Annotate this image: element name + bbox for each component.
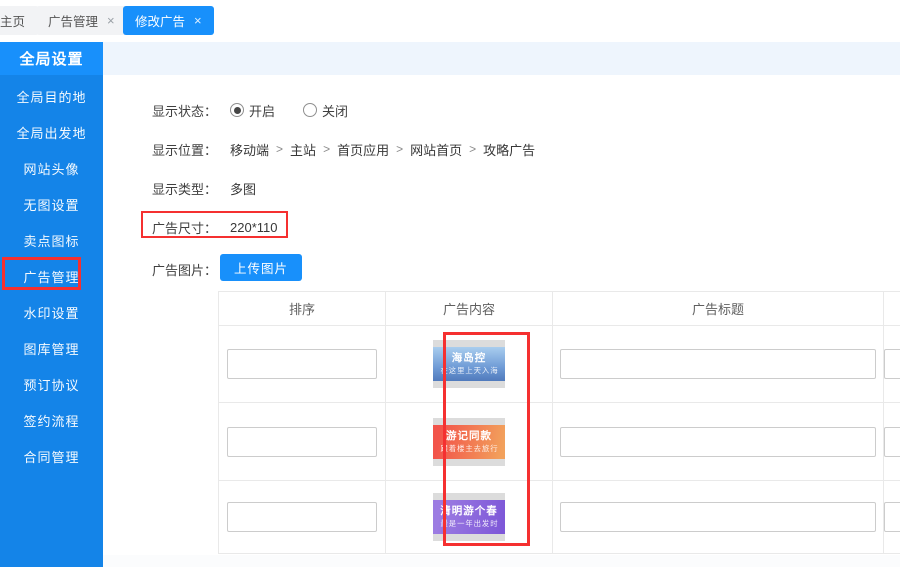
ad-size-label: 广告尺寸： <box>152 218 217 237</box>
ad-thumbnail[interactable]: 清明游个春 最是一年出发时 <box>433 493 505 541</box>
ads-table: 排序 广告内容 广告标题 海岛控 在这里上天入海 游记同款 跟着楼主去旅行 <box>218 291 900 554</box>
display-position-row: 显示位置： 移动端 > 主站 > 首页应用 > 网站首页 > 攻略广告 <box>152 140 535 158</box>
sidebar-item-booking-agreement[interactable]: 预订协议 <box>0 366 103 402</box>
ad-thumbnail-title: 清明游个春 <box>440 505 498 518</box>
sidebar-item-selling-point-icons[interactable]: 卖点图标 <box>0 222 103 258</box>
upload-image-button[interactable]: 上传图片 <box>220 254 302 281</box>
display-type-label: 显示类型： <box>152 179 217 198</box>
display-position-label: 显示位置： <box>152 140 217 159</box>
tab-ad-management[interactable]: 广告管理 × <box>36 6 127 35</box>
table-cell-extra <box>884 326 900 403</box>
close-icon[interactable]: × <box>107 14 115 27</box>
breadcrumb-separator: > <box>396 142 403 156</box>
extra-input[interactable] <box>884 502 900 532</box>
ad-size-row: 广告尺寸： 220*110 <box>152 218 278 236</box>
tab-home-label: 主页 <box>0 11 25 30</box>
sidebar-item-ad-management[interactable]: 广告管理 <box>0 258 103 294</box>
tab-bar: 主页 广告管理 × 修改广告 × <box>0 0 900 42</box>
ad-thumbnail-subtitle: 最是一年出发时 <box>440 518 498 528</box>
ad-thumbnail-subtitle: 在这里上天入海 <box>440 365 498 375</box>
column-header-ad-title: 广告标题 <box>553 292 884 326</box>
ad-title-input[interactable] <box>560 427 876 457</box>
ad-image-row: 广告图片： <box>152 260 230 278</box>
tab-edit-ad[interactable]: 修改广告 × <box>123 6 214 35</box>
sort-input[interactable] <box>227 502 377 532</box>
column-header-extra <box>884 292 900 326</box>
table-cell-extra <box>884 403 900 481</box>
table-cell-ad-content: 海岛控 在这里上天入海 <box>386 326 553 403</box>
extra-input[interactable] <box>884 349 900 379</box>
tab-ad-management-label: 广告管理 <box>48 11 98 30</box>
table-cell-ad-content: 游记同款 跟着楼主去旅行 <box>386 403 553 481</box>
tab-edit-ad-label: 修改广告 <box>135 11 185 30</box>
close-icon[interactable]: × <box>194 14 202 27</box>
sidebar-item-watermark-settings[interactable]: 水印设置 <box>0 294 103 330</box>
ad-size-value: 220*110 <box>230 220 277 235</box>
sort-input[interactable] <box>227 427 377 457</box>
breadcrumb-segment: 网站首页 <box>410 140 462 159</box>
table-cell-extra <box>884 481 900 554</box>
radio-off[interactable] <box>303 103 317 117</box>
table-cell-sort <box>219 481 386 554</box>
breadcrumb-segment: 主站 <box>290 140 316 159</box>
radio-on[interactable] <box>230 103 244 117</box>
radio-on-label: 开启 <box>249 101 275 120</box>
display-status-row: 显示状态： 开启 关闭 <box>152 101 376 119</box>
breadcrumb-segment: 首页应用 <box>337 140 389 159</box>
sidebar-item-signing-process[interactable]: 签约流程 <box>0 402 103 438</box>
display-type-row: 显示类型： 多图 <box>152 179 256 197</box>
breadcrumb-segment: 攻略广告 <box>483 140 535 159</box>
sidebar-item-global-departure[interactable]: 全局出发地 <box>0 114 103 150</box>
sidebar-item-gallery-management[interactable]: 图库管理 <box>0 330 103 366</box>
table-cell-ad-content: 清明游个春 最是一年出发时 <box>386 481 553 554</box>
display-status-label: 显示状态： <box>152 101 217 120</box>
tab-home[interactable]: 主页 <box>0 6 39 35</box>
column-header-sort: 排序 <box>219 292 386 326</box>
display-type-value: 多图 <box>230 179 256 198</box>
sidebar-item-global-destination[interactable]: 全局目的地 <box>0 78 103 114</box>
ad-title-input[interactable] <box>560 502 876 532</box>
sidebar-menu: 全局目的地 全局出发地 网站头像 无图设置 卖点图标 广告管理 水印设置 图库管… <box>0 75 103 474</box>
table-cell-ad-title <box>553 326 884 403</box>
radio-off-label: 关闭 <box>322 101 348 120</box>
sidebar: 全局设置 全局目的地 全局出发地 网站头像 无图设置 卖点图标 广告管理 水印设… <box>0 42 103 567</box>
table-cell-sort <box>219 326 386 403</box>
table-cell-sort <box>219 403 386 481</box>
sidebar-header-global-settings[interactable]: 全局设置 <box>0 42 103 75</box>
breadcrumb-separator: > <box>469 142 476 156</box>
sidebar-item-site-avatar[interactable]: 网站头像 <box>0 150 103 186</box>
sidebar-item-contract-management[interactable]: 合同管理 <box>0 438 103 474</box>
ad-image-label: 广告图片： <box>152 260 217 279</box>
column-header-ad-content: 广告内容 <box>386 292 553 326</box>
page-bottom-strip <box>103 555 900 567</box>
ad-thumbnail-title: 海岛控 <box>452 352 487 365</box>
sidebar-item-no-image-settings[interactable]: 无图设置 <box>0 186 103 222</box>
table-cell-ad-title <box>553 403 884 481</box>
ad-thumbnail-subtitle: 跟着楼主去旅行 <box>440 443 498 453</box>
breadcrumb-separator: > <box>323 142 330 156</box>
ad-thumbnail-title: 游记同款 <box>446 430 492 443</box>
breadcrumb-segment: 移动端 <box>230 140 269 159</box>
breadcrumb-separator: > <box>276 142 283 156</box>
ad-thumbnail[interactable]: 游记同款 跟着楼主去旅行 <box>433 418 505 466</box>
ad-thumbnail[interactable]: 海岛控 在这里上天入海 <box>433 340 505 388</box>
extra-input[interactable] <box>884 427 900 457</box>
table-cell-ad-title <box>553 481 884 554</box>
ad-title-input[interactable] <box>560 349 876 379</box>
content-header-strip <box>103 42 900 75</box>
sort-input[interactable] <box>227 349 377 379</box>
